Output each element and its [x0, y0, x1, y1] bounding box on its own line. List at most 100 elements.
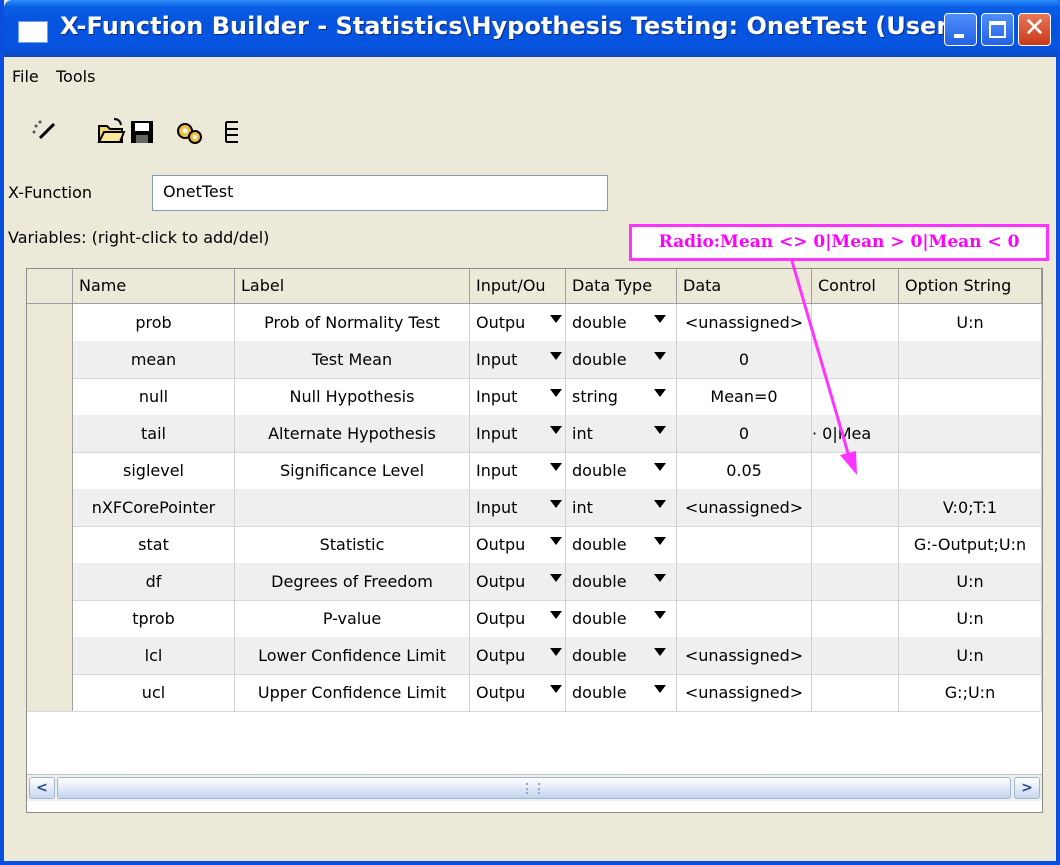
cell-control[interactable] — [812, 600, 899, 637]
cell-control[interactable] — [812, 563, 899, 600]
minimize-button[interactable] — [944, 13, 977, 46]
cell-option-string[interactable] — [899, 341, 1042, 378]
table-row[interactable]: mean Test Mean Input double 0 — [27, 341, 1042, 379]
compile-icon[interactable] — [174, 116, 204, 148]
cell-name[interactable]: lcl — [73, 637, 235, 674]
row-header[interactable] — [27, 600, 73, 637]
row-header[interactable] — [27, 378, 73, 415]
row-header[interactable] — [27, 674, 73, 711]
cell-control[interactable] — [812, 674, 899, 711]
cell-control[interactable] — [812, 378, 899, 415]
dropdown-arrow-icon[interactable] — [550, 500, 562, 508]
dropdown-arrow-icon[interactable] — [654, 685, 666, 693]
cell-data-type[interactable]: string — [566, 378, 677, 415]
col-header-option-string[interactable]: Option String — [899, 269, 1042, 303]
dropdown-arrow-icon[interactable] — [550, 648, 562, 656]
cell-data[interactable] — [677, 526, 812, 563]
dropdown-arrow-icon[interactable] — [654, 463, 666, 471]
close-button[interactable]: ✕ — [1018, 13, 1051, 46]
col-header-label[interactable]: Label — [235, 269, 470, 303]
cell-name[interactable]: tprob — [73, 600, 235, 637]
table-row[interactable]: null Null Hypothesis Input string Mean=0 — [27, 378, 1042, 416]
col-header-control[interactable]: Control — [812, 269, 899, 303]
variables-grid[interactable]: Name Label Input/Ou Data Type Data Contr… — [26, 268, 1043, 813]
dropdown-arrow-icon[interactable] — [550, 685, 562, 693]
cell-option-string[interactable]: U:n — [899, 600, 1042, 637]
cell-name[interactable]: ucl — [73, 674, 235, 711]
scroll-right-icon[interactable]: > — [1014, 777, 1040, 799]
cell-label[interactable]: Prob of Normality Test — [235, 304, 470, 341]
cell-input-output[interactable]: Outpu — [470, 563, 566, 600]
row-header[interactable] — [27, 304, 73, 341]
scroll-left-icon[interactable]: < — [29, 777, 55, 799]
cell-input-output[interactable]: Input — [470, 341, 566, 378]
cell-data[interactable]: <unassigned> — [677, 637, 812, 674]
cell-data-type[interactable]: double — [566, 341, 677, 378]
cell-label[interactable]: Upper Confidence Limit — [235, 674, 470, 711]
row-header[interactable] — [27, 637, 73, 674]
cell-name[interactable]: null — [73, 378, 235, 415]
dropdown-arrow-icon[interactable] — [550, 463, 562, 471]
cell-label[interactable]: Significance Level — [235, 452, 470, 489]
cell-data-type[interactable]: int — [566, 415, 677, 452]
cell-option-string[interactable]: V:0;T:1 — [899, 489, 1042, 526]
cell-input-output[interactable]: Outpu — [470, 526, 566, 563]
table-row[interactable]: lcl Lower Confidence Limit Outpu double <una… — [27, 637, 1042, 675]
cell-data[interactable] — [677, 563, 812, 600]
cell-control[interactable] — [812, 452, 899, 489]
dropdown-arrow-icon[interactable] — [550, 315, 562, 323]
tree-icon[interactable] — [218, 116, 248, 148]
cell-data-type[interactable]: double — [566, 600, 677, 637]
cell-data[interactable]: <unassigned> — [677, 489, 812, 526]
table-row[interactable]: tail Alternate Hypothesis Input int 0 · 0|Mea — [27, 415, 1042, 453]
cell-data-type[interactable]: double — [566, 563, 677, 600]
cell-input-output[interactable]: Outpu — [470, 600, 566, 637]
cell-option-string[interactable] — [899, 452, 1042, 489]
cell-option-string[interactable]: G:;U:n — [899, 674, 1042, 711]
dropdown-arrow-icon[interactable] — [550, 574, 562, 582]
dropdown-arrow-icon[interactable] — [550, 389, 562, 397]
cell-label[interactable]: P-value — [235, 600, 470, 637]
new-icon[interactable] — [30, 116, 60, 148]
xfunction-name-input[interactable]: OnetTest — [152, 175, 608, 211]
cell-control[interactable] — [812, 489, 899, 526]
maximize-button[interactable] — [981, 13, 1014, 46]
dropdown-arrow-icon[interactable] — [654, 389, 666, 397]
table-row[interactable]: tprob P-value Outpu double U:n — [27, 600, 1042, 638]
title-bar[interactable]: X-Function Builder - Statistics\Hypothes… — [4, 0, 1060, 57]
dropdown-arrow-icon[interactable] — [550, 537, 562, 545]
cell-control[interactable] — [812, 526, 899, 563]
row-header[interactable] — [27, 341, 73, 378]
cell-option-string[interactable]: G:-Output;U:n — [899, 526, 1042, 563]
cell-data-type[interactable]: double — [566, 526, 677, 563]
cell-option-string[interactable] — [899, 415, 1042, 452]
cell-data-type[interactable]: double — [566, 304, 677, 341]
dropdown-arrow-icon[interactable] — [654, 574, 666, 582]
cell-control[interactable]: · 0|Mea — [812, 415, 899, 452]
menu-file[interactable]: File — [12, 67, 39, 86]
cell-name[interactable]: tail — [73, 415, 235, 452]
cell-name[interactable]: mean — [73, 341, 235, 378]
cell-data[interactable]: 0 — [677, 415, 812, 452]
cell-name[interactable]: nXFCorePointer — [73, 489, 235, 526]
row-header[interactable] — [27, 415, 73, 452]
col-header-data[interactable]: Data — [677, 269, 812, 303]
cell-input-output[interactable]: Input — [470, 378, 566, 415]
cell-data[interactable]: 0.05 — [677, 452, 812, 489]
row-header[interactable] — [27, 526, 73, 563]
table-row[interactable]: nXFCorePointer Input int <unassigned> V:0;T:… — [27, 489, 1042, 527]
cell-input-output[interactable]: Outpu — [470, 304, 566, 341]
cell-option-string[interactable]: U:n — [899, 304, 1042, 341]
cell-label[interactable]: Test Mean — [235, 341, 470, 378]
row-header[interactable] — [27, 452, 73, 489]
horizontal-scrollbar[interactable]: < > — [27, 774, 1042, 801]
cell-data-type[interactable]: double — [566, 452, 677, 489]
cell-name[interactable]: prob — [73, 304, 235, 341]
row-header[interactable] — [27, 563, 73, 600]
cell-input-output[interactable]: Input — [470, 489, 566, 526]
dropdown-arrow-icon[interactable] — [654, 352, 666, 360]
cell-name[interactable]: siglevel — [73, 452, 235, 489]
open-icon[interactable] — [96, 116, 126, 148]
dropdown-arrow-icon[interactable] — [654, 537, 666, 545]
table-row[interactable]: prob Prob of Normality Test Outpu double <un… — [27, 304, 1042, 342]
